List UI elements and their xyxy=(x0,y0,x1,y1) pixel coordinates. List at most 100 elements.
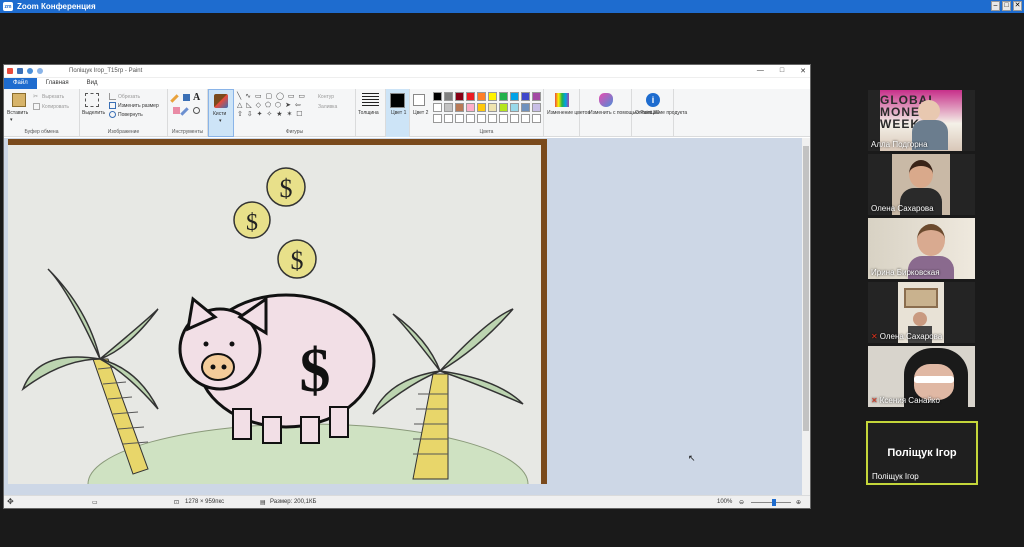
paste-button[interactable]: Вставить xyxy=(7,110,28,116)
active-speaker-tile[interactable]: Поліщук Ігор Поліщук Ігор xyxy=(866,421,978,485)
resize-button[interactable]: Изменить размер xyxy=(118,103,159,109)
active-speaker-name: Поліщук Ігор xyxy=(887,447,957,459)
palette-swatch-empty[interactable] xyxy=(521,114,530,123)
palette-swatch[interactable] xyxy=(510,92,519,101)
magnifier-icon[interactable] xyxy=(193,107,200,114)
palette-swatch-empty[interactable] xyxy=(477,114,486,123)
palette-swatch[interactable] xyxy=(433,92,442,101)
color2-swatch xyxy=(413,94,425,106)
zoom-out-button[interactable]: ⊖ xyxy=(739,499,744,506)
palette-swatch[interactable] xyxy=(510,103,519,112)
edit-colors-icon xyxy=(555,93,569,107)
ribbon: Вставить ▾ ✂ Вырезать Копировать Буфер о… xyxy=(4,89,810,137)
active-speaker-label: Поліщук Ігор xyxy=(872,472,919,481)
palette-swatch[interactable] xyxy=(499,103,508,112)
cut-button[interactable]: Вырезать xyxy=(42,94,64,100)
color-picker-icon[interactable] xyxy=(180,107,189,116)
palette-swatch-empty[interactable] xyxy=(532,114,541,123)
paint-minimize-button[interactable]: — xyxy=(757,67,764,75)
product-alert-button[interactable]: i Оповещение продукта xyxy=(632,89,687,137)
paint-maximize-button[interactable]: □ xyxy=(780,67,784,75)
palette-swatch[interactable] xyxy=(444,92,453,101)
close-button[interactable]: ✕ xyxy=(1013,1,1022,11)
participant-tile[interactable]: Олена Сахарова xyxy=(868,154,975,215)
palette-swatch[interactable] xyxy=(444,103,453,112)
zoom-slider[interactable] xyxy=(751,502,791,503)
rotate-icon[interactable] xyxy=(109,111,116,118)
paste-icon[interactable] xyxy=(12,93,26,107)
crop-icon[interactable] xyxy=(109,93,116,100)
piggy-bank-drawing: $ $ $ $ xyxy=(8,139,547,484)
paste-dropdown-icon[interactable]: ▾ xyxy=(10,117,13,123)
size-button[interactable]: Толщина xyxy=(356,89,386,137)
palette-swatch[interactable] xyxy=(488,103,497,112)
palette-swatch[interactable] xyxy=(466,103,475,112)
edit-colors-button[interactable]: Изменение цветов xyxy=(544,89,590,137)
palette-swatch[interactable] xyxy=(532,92,541,101)
palette-swatch-empty[interactable] xyxy=(499,114,508,123)
paint-close-button[interactable]: ✕ xyxy=(800,67,806,75)
fill-bucket-icon[interactable] xyxy=(183,94,190,101)
shapes-gallery[interactable]: ╲ ∿ ▭ ▢ ◯ ▭ ▭ △ ◺ ◇ ⬠ ⬡ ➤ ⇦ ⇧ ⇩ ✦ ✧ ★ ✶ ☐ xyxy=(237,92,313,120)
color1-swatch xyxy=(390,93,405,108)
palette-swatch-empty[interactable] xyxy=(510,114,519,123)
zoom-slider-thumb[interactable] xyxy=(772,499,776,506)
tab-home[interactable]: Главная xyxy=(37,78,78,89)
palette-swatch-empty[interactable] xyxy=(455,114,464,123)
fill-button[interactable]: Заливка xyxy=(318,104,337,110)
canvas-dimensions: 1278 × 959пкс xyxy=(185,499,225,505)
coin-icon: $ xyxy=(277,239,317,279)
crop-button[interactable]: Обрезать xyxy=(118,94,140,100)
palette-swatch-empty[interactable] xyxy=(444,114,453,123)
save-icon[interactable] xyxy=(17,68,23,74)
participant-tile[interactable]: ✕ Ксения Санайко xyxy=(868,346,975,407)
brushes-label: Кисти xyxy=(213,111,227,117)
minimize-button[interactable]: – xyxy=(991,1,1000,11)
rotate-button[interactable]: Повернуть xyxy=(118,112,143,118)
eraser-icon[interactable] xyxy=(173,107,180,114)
palette-swatch[interactable] xyxy=(532,103,541,112)
palette-swatch[interactable] xyxy=(433,103,442,112)
palette-swatch-empty[interactable] xyxy=(433,114,442,123)
copy-icon[interactable] xyxy=(33,103,40,110)
palette-swatch[interactable] xyxy=(499,92,508,101)
resize-icon[interactable] xyxy=(109,102,116,109)
palette-swatch[interactable] xyxy=(466,92,475,101)
color1-button[interactable]: Цвет 1 xyxy=(386,89,410,137)
pencil-icon[interactable] xyxy=(170,94,179,103)
brushes-button[interactable]: Кисти ▾ xyxy=(208,89,234,137)
redo-icon[interactable] xyxy=(37,68,43,74)
palette-swatch-empty[interactable] xyxy=(488,114,497,123)
color2-button[interactable]: Цвет 2 xyxy=(410,89,430,137)
palette-swatch[interactable] xyxy=(477,92,486,101)
svg-text:$: $ xyxy=(291,246,304,275)
palette-swatch[interactable] xyxy=(455,92,464,101)
palette-swatch[interactable] xyxy=(455,103,464,112)
zoom-level: 100% xyxy=(717,499,733,505)
text-tool-icon[interactable]: A xyxy=(193,92,200,103)
palette-swatch[interactable] xyxy=(477,103,486,112)
svg-text:$: $ xyxy=(246,210,258,236)
zoom-in-button[interactable]: ⊕ xyxy=(796,499,801,506)
vertical-scrollbar[interactable] xyxy=(802,138,810,496)
palette-swatch[interactable] xyxy=(488,92,497,101)
participant-tile[interactable]: GLOBAL MONEY WEEK Алла Подгорна xyxy=(868,90,975,151)
palette-swatch[interactable] xyxy=(521,103,530,112)
palette-swatch[interactable] xyxy=(521,92,530,101)
participant-name: Алла Подгорна xyxy=(871,140,928,149)
cut-icon[interactable]: ✂ xyxy=(33,93,40,100)
drawing-canvas[interactable]: $ $ $ $ xyxy=(8,139,547,484)
select-button[interactable]: Выделить xyxy=(82,110,105,116)
palette-swatch-empty[interactable] xyxy=(466,114,475,123)
participant-tile[interactable]: Ирина Бирковская xyxy=(868,218,975,279)
tab-view[interactable]: Вид xyxy=(78,78,107,89)
outline-button[interactable]: Контур xyxy=(318,94,334,100)
select-icon[interactable] xyxy=(85,93,99,107)
tools-group-label: Инструменты xyxy=(171,129,204,135)
copy-button[interactable]: Копировать xyxy=(42,104,69,110)
participant-tile[interactable]: ✕ Олена Сахарова xyxy=(868,282,975,343)
tab-file[interactable]: Файл xyxy=(4,78,37,89)
undo-icon[interactable] xyxy=(27,68,33,74)
maximize-button[interactable]: □ xyxy=(1002,1,1011,11)
paint3d-button[interactable]: Изменить с помощью Paint 3D xyxy=(580,89,660,137)
